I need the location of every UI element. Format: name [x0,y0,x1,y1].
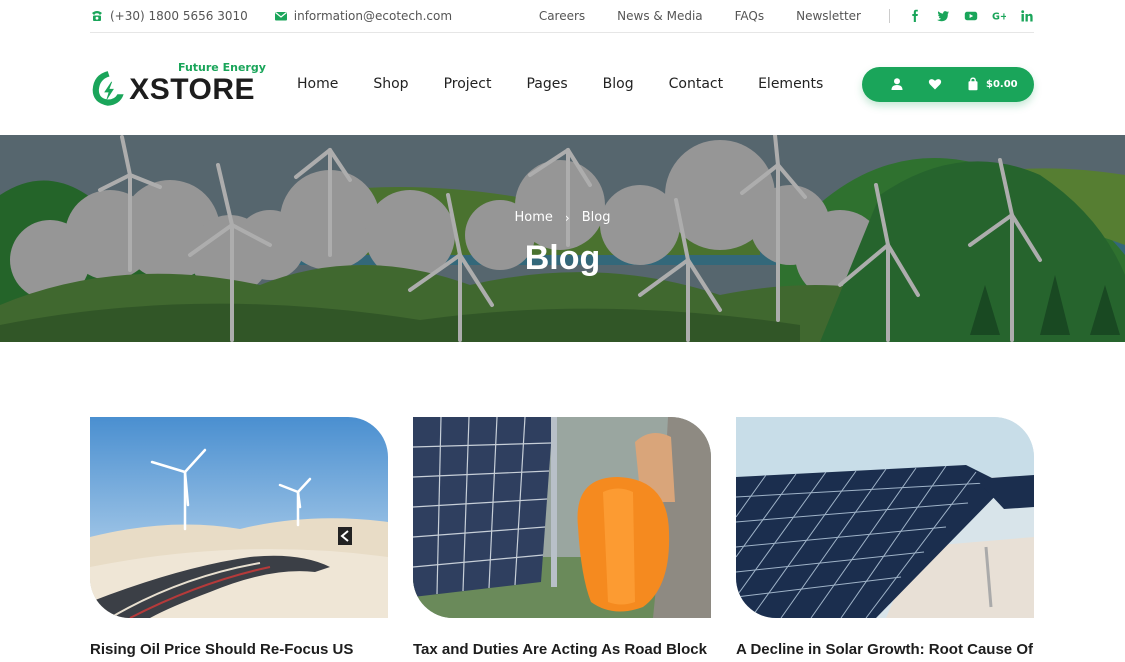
shopping-bag-icon[interactable] [966,77,980,91]
solar-helmet-image [413,417,711,618]
logo-wordmark: XSTORE [129,73,255,106]
blog-card: Rising Oil Price Should Re-Focus US Than… [90,417,388,662]
mail-icon [274,9,288,23]
link-news-media[interactable]: News & Media [617,9,702,23]
link-faqs[interactable]: FAQs [735,9,765,23]
phone-contact[interactable]: (+30) 1800 5656 3010 [90,9,248,23]
google-plus-icon[interactable]: G+ [992,9,1006,23]
nav-home[interactable]: Home [297,76,338,92]
user-icon[interactable] [890,77,904,91]
twitter-icon[interactable] [936,9,950,23]
phone-icon [90,9,104,23]
nav-project[interactable]: Project [444,76,492,92]
breadcrumb: Home › Blog [0,210,1125,225]
post-thumbnail[interactable] [90,417,388,618]
page-banner: Home › Blog Blog [0,135,1125,342]
divider [889,9,890,23]
link-careers[interactable]: Careers [539,9,585,23]
post-thumbnail[interactable] [413,417,711,618]
breadcrumb-home[interactable]: Home [515,210,553,225]
nav-shop[interactable]: Shop [373,76,408,92]
nav-contact[interactable]: Contact [669,76,723,92]
page-title: Blog [524,239,601,277]
breadcrumb-current: Blog [581,210,611,225]
heart-icon[interactable] [928,77,942,91]
phone-number: (+30) 1800 5656 3010 [110,9,248,23]
logo-tagline: Future Energy [178,61,266,74]
link-newsletter[interactable]: Newsletter [796,9,861,23]
nav-blog[interactable]: Blog [603,76,634,92]
post-title[interactable]: Rising Oil Price Should Re-Focus US Than… [90,640,388,662]
contact-info: (+30) 1800 5656 3010 information@ecotech… [90,9,478,23]
site-logo[interactable]: Future Energy XSTORE [90,54,266,114]
post-title[interactable]: A Decline in Solar Growth: Root Cause Of… [736,640,1034,662]
social-links: G+ [908,9,1034,23]
svg-text:G+: G+ [992,12,1006,23]
nav-elements[interactable]: Elements [758,76,823,92]
top-bar: (+30) 1800 5656 3010 information@ecotech… [90,0,1034,33]
chevron-right-icon: › [564,210,570,225]
post-title[interactable]: Tax and Duties Are Acting As Road Block … [413,640,711,662]
account-cart-pill: $0.00 [862,66,1034,102]
solar-panel-roof-image [736,417,1034,618]
blog-card: Tax and Duties Are Acting As Road Block … [413,417,711,662]
main-nav: Home Shop Project Pages Blog Contact Ele… [297,76,823,92]
leaf-bolt-logo-icon [92,71,124,106]
email-contact[interactable]: information@ecotech.com [274,9,452,23]
blog-card: A Decline in Solar Growth: Root Cause Of… [736,417,1034,662]
main-header: Future Energy XSTORE Home Shop Project P… [90,33,1034,135]
cart-total[interactable]: $0.00 [986,79,1018,90]
blog-post-grid: Rising Oil Price Should Re-Focus US Than… [90,417,1034,662]
youtube-icon[interactable] [964,9,978,23]
email-address: information@ecotech.com [293,9,453,23]
post-thumbnail[interactable] [736,417,1034,618]
facebook-icon[interactable] [908,9,922,23]
linkedin-icon[interactable] [1020,9,1034,23]
nav-pages[interactable]: Pages [526,76,567,92]
wind-road-image [90,417,388,618]
top-links: Careers News & Media FAQs Newsletter [539,9,861,23]
